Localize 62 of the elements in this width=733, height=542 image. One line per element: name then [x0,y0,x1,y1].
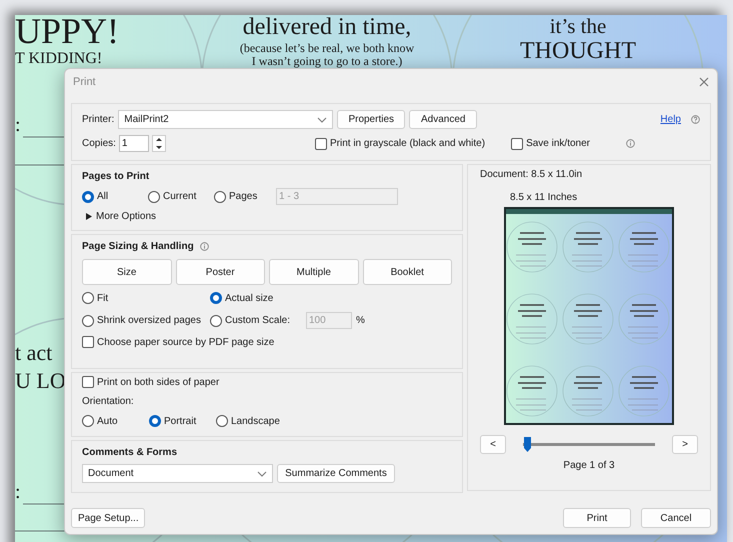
section-heading: Comments & Forms [82,447,178,458]
document-text: it’s the [548,15,608,38]
properties-button[interactable]: Properties [337,110,406,129]
radio-option[interactable]: Landscape [216,415,283,427]
radio-option[interactable]: Fit [82,292,210,304]
close-icon[interactable] [699,77,709,87]
document-size-label: Document: 8.5 x 11.0in [480,169,584,180]
percent-label: % [356,315,366,326]
radio-option[interactable]: Current [148,190,214,202]
printer-select[interactable]: MailPrint2 [118,110,334,129]
document-text: T KIDDING! [15,51,102,68]
previous-page-button[interactable]: < [480,435,506,454]
sizing-tab[interactable]: Multiple [269,259,358,285]
document-text: delivered in time, [242,15,412,40]
sizing-tab[interactable]: Poster [176,259,265,285]
slider-thumb[interactable] [523,436,532,452]
chevron-down-icon [317,116,328,122]
checkbox[interactable]: Save ink/toner [511,138,590,150]
print-button[interactable]: Print [563,508,631,528]
radio-option[interactable]: Actual size [210,292,306,304]
document-text: THOUGHT [519,39,637,64]
checkbox[interactable]: Print on both sides of paper [82,376,452,388]
radio-option[interactable]: All [82,190,148,202]
help-icon [691,115,700,124]
sizing-tab[interactable]: Size [82,259,172,285]
chevron-down-icon [257,470,267,476]
document-text: I wasn’t going to go to a store.) [252,55,404,68]
document-text: t act [15,341,52,364]
copies-field[interactable]: 1 [118,135,149,152]
radio-option[interactable]: Pages [214,190,276,202]
section-heading: Page Sizing & Handling [82,241,194,252]
dialog-title: Print [73,76,96,88]
info-icon [626,139,635,148]
checkbox[interactable]: Choose paper source by PDF page size [82,336,452,348]
cancel-button[interactable]: Cancel [641,508,711,528]
document-text: (because let’s be real, we both know [238,42,416,55]
triangle-icon [86,213,92,220]
copies-label: Copies: [82,138,116,149]
sizing-tab[interactable]: Booklet [362,259,452,285]
page-counter: Page 1 of 3 [563,460,615,471]
next-page-button[interactable]: > [672,435,698,454]
section-heading: Pages to Print [82,171,150,182]
radio-option[interactable]: Custom Scale: [210,314,306,326]
checkbox[interactable]: Print in grayscale (black and white) [314,138,486,150]
radio-option[interactable]: Shrink oversized pages [82,314,210,326]
advanced-button[interactable]: Advanced [409,110,478,129]
document-text: U LO [15,369,66,392]
summarize-comments-button[interactable]: Summarize Comments [277,464,395,483]
document-text: : [15,115,21,136]
paper-size-label: 8.5 x 11 Inches [510,192,578,203]
spinner-icon[interactable] [152,135,166,152]
more-options-toggle[interactable]: More Options [82,211,452,222]
document-text: UPPY! [15,15,120,51]
printer-label: Printer: [82,114,114,125]
document-text: : [15,482,21,503]
radio-option[interactable]: Portrait [149,415,216,427]
page-setup-button[interactable]: Page Setup... [71,508,145,528]
info-icon [200,242,209,251]
radio-option[interactable]: Auto [82,415,149,427]
orientation-label: Orientation: [82,396,135,407]
help-link[interactable]: Help [660,114,681,125]
comments-select[interactable]: Document [82,464,273,483]
